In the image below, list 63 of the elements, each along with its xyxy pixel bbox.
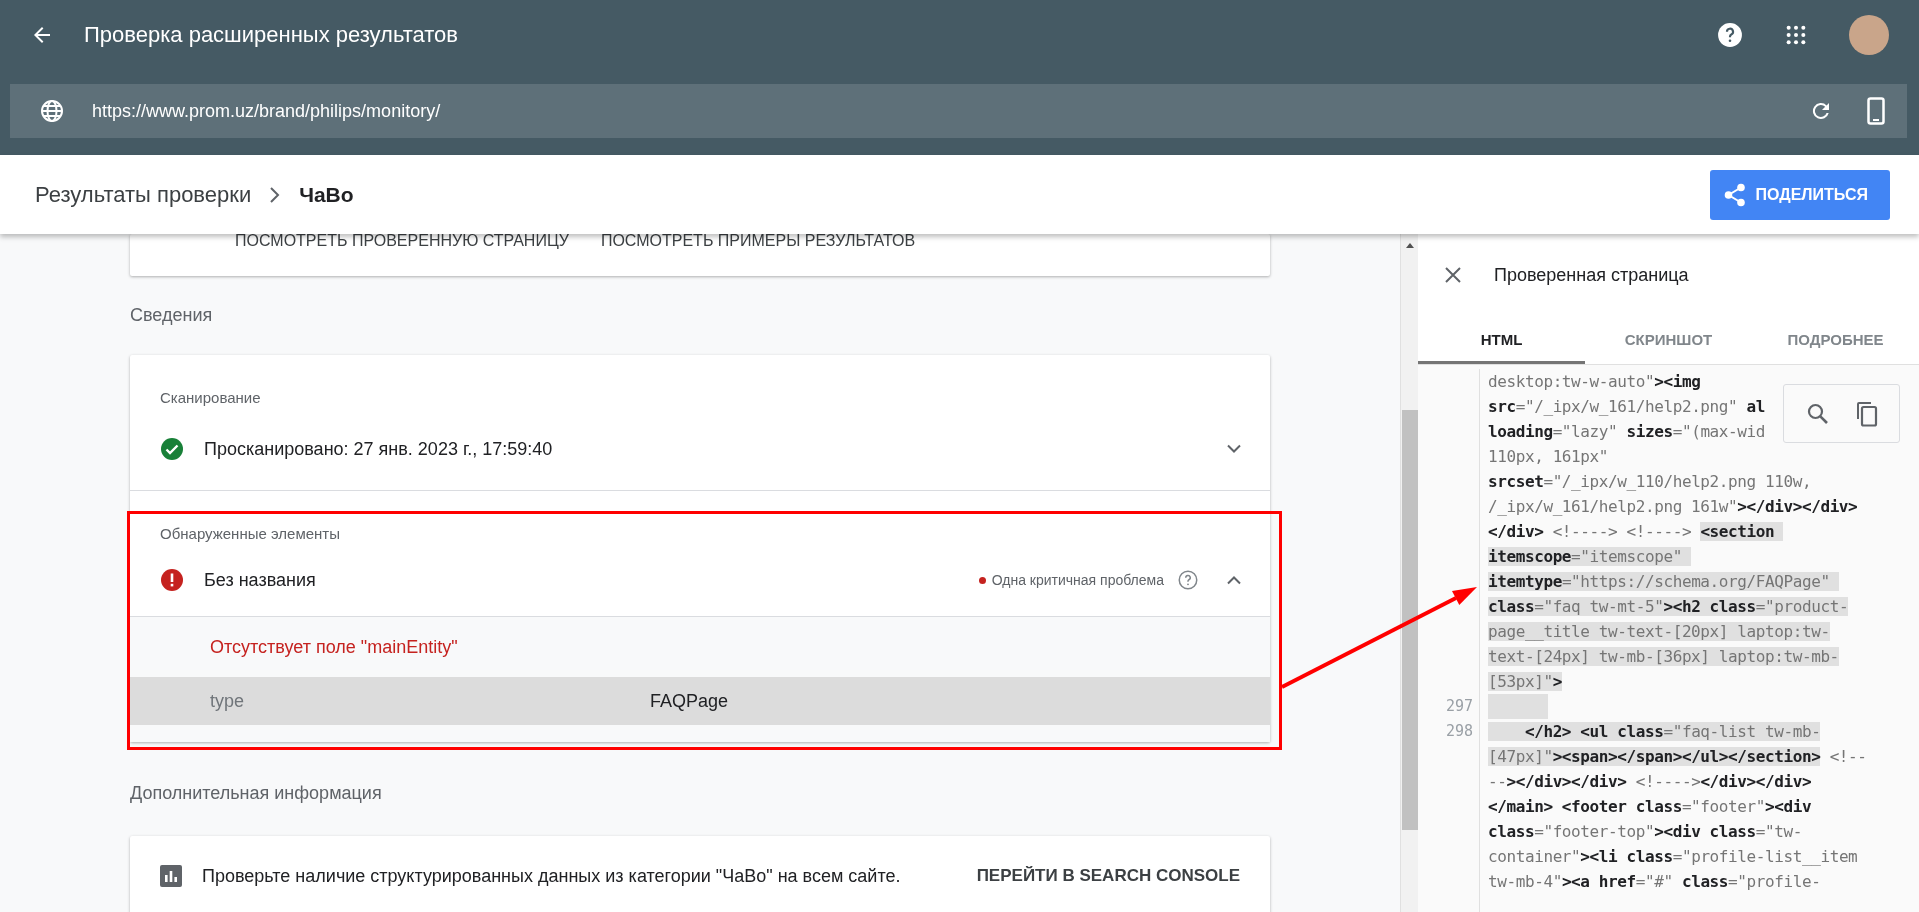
info-text: Проверьте наличие структурированных данных из категории "ЧаВо" на всем сайте.	[202, 865, 902, 887]
chevron-right-icon	[269, 185, 282, 204]
code-text: <section	[1700, 522, 1784, 541]
line-number: 297	[1445, 697, 1473, 715]
check-circle-icon	[160, 437, 184, 461]
error-message: Отсутствует поле "mainEntity"	[209, 635, 459, 659]
line-number: 298	[1445, 722, 1473, 740]
code-text: 110px, 161px"	[1488, 447, 1609, 466]
code-text: tw-mb-4"><a href="#" class="profile-	[1488, 872, 1821, 891]
issue-count: Одна критичная проблема	[991, 572, 1164, 588]
code-text: text-[24px] tw-mb-[36px] laptop:tw-mb-	[1488, 647, 1839, 666]
avatar[interactable]	[1849, 15, 1889, 55]
link[interactable]: ПЕРЕЙТИ В SEARCH CONSOLE	[976, 866, 1240, 886]
tab[interactable]: СКРИНШОТ	[1585, 316, 1752, 364]
code-text: class="footer-top"><div class="tw-	[1488, 822, 1802, 841]
code-text: /_ipx/w_161/help2.png 161w"></div></div>	[1488, 497, 1858, 516]
section-label: Обнаруженные элементы	[159, 524, 341, 544]
breadcrumb-item[interactable]: Результаты проверки	[35, 181, 252, 208]
breadcrumb-item: ЧаВо	[299, 182, 354, 207]
share-button[interactable]: ПОДЕЛИТЬСЯ	[1709, 169, 1890, 220]
code-text: </h2> <ul class="faq-list tw-mb-	[1488, 722, 1821, 741]
bar-chart-icon	[160, 865, 182, 887]
result-title: Без названия	[204, 569, 317, 591]
code-text: [53px]">	[1488, 672, 1562, 691]
property-name: type	[209, 690, 246, 712]
code-text: src="/_ipx/w_161/help2.png" al	[1488, 397, 1765, 416]
code-text: itemscope="itemscope"	[1488, 547, 1692, 566]
smartphone-icon[interactable]	[1867, 97, 1885, 125]
section-heading: Дополнительная информация	[130, 781, 383, 805]
help-icon[interactable]	[1717, 22, 1743, 48]
section-heading: Сведения	[130, 304, 214, 327]
chevron-down-icon[interactable]	[1226, 444, 1242, 454]
panel-title: Проверенная страница	[1494, 264, 1689, 286]
result-title: Просканировано: 27 янв. 2023 г., 17:59:40	[204, 438, 554, 460]
code-text: desktop:tw-w-auto"><img	[1488, 372, 1701, 391]
search-icon[interactable]	[1805, 401, 1830, 426]
code-text: itemtype="https://schema.org/FAQPage"	[1488, 572, 1839, 591]
copy-icon[interactable]	[1855, 400, 1878, 427]
code-text: --></div></div> <!----></div></div>	[1488, 772, 1812, 791]
code-text: </div> <!----> <!---->	[1488, 522, 1693, 541]
tab[interactable]: ПОДРОБНЕЕ	[1752, 316, 1919, 364]
error-icon	[160, 568, 184, 592]
code-text: page__title tw-text-[20px] laptop:tw-	[1488, 622, 1830, 641]
globe-icon	[40, 99, 64, 123]
code-text: <!--	[1828, 747, 1867, 766]
code-text: </main> <footer class="footer"><div	[1488, 797, 1812, 816]
code-text: container"><li class="profile-list__item	[1488, 847, 1858, 866]
property-value: FAQPage	[650, 690, 730, 712]
help-icon[interactable]	[1178, 570, 1198, 590]
chevron-up-icon[interactable]	[1226, 575, 1242, 585]
section-label: Сканирование	[159, 388, 262, 408]
code-text: loading="lazy" sizes="(max-wid	[1488, 422, 1766, 441]
code-text: srcset="/_ipx/w_110/help2.png 110w,	[1488, 472, 1812, 491]
close-icon[interactable]	[1444, 266, 1462, 284]
apps-grid-icon[interactable]	[1785, 24, 1807, 46]
status-dot	[978, 576, 986, 584]
code-text: [47px]"><span></span></ul></section>	[1488, 747, 1821, 766]
code-text: class="faq tw-mt-5"><h2 class="product-	[1488, 597, 1849, 616]
result-row[interactable]: Просканировано: 27 янв. 2023 г., 17:59:40	[130, 408, 1270, 490]
app-title: Проверка расширенных результатов	[84, 22, 459, 48]
link[interactable]: ПОСМОТРЕТЬ ПРИМЕРЫ РЕЗУЛЬТАТОВ	[600, 234, 916, 250]
link[interactable]: ПОСМОТРЕТЬ ПРОВЕРЕННУЮ СТРАНИЦУ	[235, 234, 569, 250]
share-icon	[1723, 182, 1746, 207]
